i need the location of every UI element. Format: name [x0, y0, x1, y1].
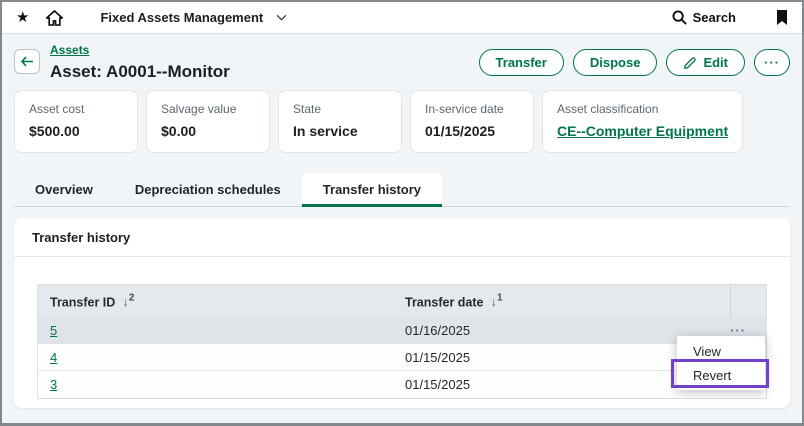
sort-indicator: ↓2: [122, 294, 134, 309]
page-header: Assets Asset: A0001--Monitor Transfer Di…: [14, 40, 790, 82]
summary-card-in-service-date: In-service date 01/15/2025: [410, 90, 534, 153]
back-button[interactable]: [14, 49, 40, 74]
search-label: Search: [693, 10, 736, 25]
more-actions-button[interactable]: ···: [754, 49, 790, 76]
table-body: 501/16/2025···401/15/2025···301/15/2025·…: [38, 317, 766, 398]
transfer-history-table: Transfer ID↓2Transfer date↓1 501/16/2025…: [37, 284, 767, 399]
card-label: Salvage value: [161, 102, 255, 116]
transfer-id-link[interactable]: 3: [50, 377, 57, 392]
panel-title: Transfer history: [14, 218, 790, 257]
column-header-actions: [730, 285, 766, 317]
transfer-id-link[interactable]: 4: [50, 350, 57, 365]
card-label: Asset cost: [29, 102, 123, 116]
summary-card-asset-cost: Asset cost $500.00: [14, 90, 138, 153]
card-value: In service: [293, 123, 387, 139]
edit-button[interactable]: Edit: [666, 49, 745, 76]
favorites-star-icon[interactable]: ★: [16, 10, 29, 25]
card-value: CE--Computer Equipment: [557, 123, 728, 139]
table-row: 301/15/2025···: [38, 371, 766, 398]
breadcrumb-assets-link[interactable]: Assets: [50, 43, 89, 57]
app-title: Fixed Assets Management: [100, 10, 263, 25]
summary-card-salvage-value: Salvage value $0.00: [146, 90, 270, 153]
table-row: 501/16/2025···: [38, 317, 766, 344]
tab-bar: OverviewDepreciation schedulesTransfer h…: [14, 173, 790, 207]
pencil-icon: [683, 56, 697, 70]
tab-overview[interactable]: Overview: [14, 173, 114, 207]
bookmark-icon[interactable]: [776, 10, 788, 26]
sort-indicator: ↓1: [491, 294, 503, 309]
column-header-transfer-id[interactable]: Transfer ID ↓2: [38, 293, 393, 309]
summary-cards-row: Asset cost $500.00 Salvage value $0.00 State…: [14, 90, 790, 153]
row-more-icon[interactable]: ···: [730, 324, 746, 337]
transfer-id-link[interactable]: 5: [50, 323, 57, 338]
page-title: Asset: A0001--Monitor: [50, 62, 230, 82]
menu-item-view[interactable]: View: [677, 339, 765, 363]
chevron-down-icon[interactable]: [276, 14, 287, 21]
card-value: $0.00: [161, 123, 255, 139]
transfer-id-cell: 5: [38, 323, 393, 338]
row-context-menu: ViewRevert: [677, 336, 765, 390]
card-value: $500.00: [29, 123, 123, 139]
summary-card-asset-classification: Asset classification CE--Computer Equipme…: [542, 90, 743, 153]
table-row: 401/15/2025···: [38, 344, 766, 371]
card-value: 01/15/2025: [425, 123, 519, 139]
app-window: ★ Fixed Assets Management Search: [0, 0, 804, 426]
column-label: Transfer ID: [50, 295, 115, 309]
menu-item-revert[interactable]: Revert: [677, 363, 765, 387]
dispose-button[interactable]: Dispose: [573, 49, 658, 76]
table-header-row: Transfer ID ↓2 Transfer date ↓1: [38, 285, 766, 317]
card-label: State: [293, 102, 387, 116]
home-icon[interactable]: [46, 10, 63, 26]
transfer-id-cell: 4: [38, 350, 393, 365]
top-bar: ★ Fixed Assets Management Search: [2, 2, 802, 34]
transfer-history-panel: Transfer history Transfer ID ↓2 Transfer d…: [14, 218, 790, 408]
sort-order: 2: [129, 293, 135, 304]
transfer-button[interactable]: Transfer: [479, 49, 564, 76]
asset-classification-link[interactable]: CE--Computer Equipment: [557, 123, 728, 139]
card-label: Asset classification: [557, 102, 728, 116]
tab-transfer-history[interactable]: Transfer history: [302, 173, 442, 207]
card-label: In-service date: [425, 102, 519, 116]
summary-card-state: State In service: [278, 90, 402, 153]
tab-depreciation-schedules[interactable]: Depreciation schedules: [114, 173, 302, 207]
column-label: Transfer date: [405, 295, 484, 309]
search-control[interactable]: Search: [672, 10, 736, 25]
sort-order: 1: [497, 293, 503, 304]
transfer-id-cell: 3: [38, 377, 393, 392]
search-icon: [672, 10, 687, 25]
column-header-transfer-date[interactable]: Transfer date ↓1: [393, 293, 730, 309]
edit-button-label: Edit: [703, 55, 728, 70]
